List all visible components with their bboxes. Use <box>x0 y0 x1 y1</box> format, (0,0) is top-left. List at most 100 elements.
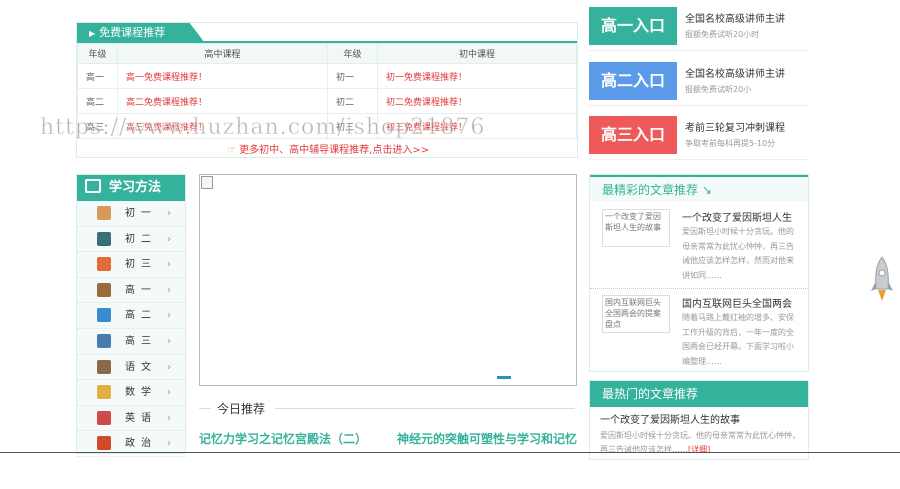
best-articles-panel: 最精彩的文章推荐 ↘ 一个改变了爱因斯坦人生的故事 一个改变了爱因斯坦人生 爱因… <box>589 174 809 372</box>
entry-subtitle: 报额免费试听20小 <box>685 85 752 94</box>
chevron-right-icon: › <box>167 208 171 219</box>
today-link[interactable]: 神经元的突触可塑性与学习和记忆 <box>397 430 577 447</box>
article-item[interactable]: 一个改变了爱因斯坦人生的故事 一个改变了爱因斯坦人生 爱因斯坦小时候十分贪玩。他… <box>590 205 808 289</box>
article-title[interactable]: 一个改变了爱因斯坦人生 <box>682 209 792 224</box>
subject-icon <box>97 385 111 400</box>
subject-icon <box>97 333 111 348</box>
study-item[interactable]: 数学 › <box>77 380 185 406</box>
article-item[interactable]: 国内互联网巨头全国两会的提案盘点 国内互联网巨头全国两会 随着马路上戴红袖的增多… <box>590 291 808 375</box>
today-recommend-heading: 今日推荐 <box>199 398 577 418</box>
hand-pointer-icon: ☞ <box>227 145 240 156</box>
study-item-label: 高一 <box>125 284 157 296</box>
study-item-label: 初一 <box>125 208 157 219</box>
article-desc: 随着马路上戴红袖的增多、安保工作升级的背后，一年一度的全国两会已经开幕。下面学习… <box>682 313 794 366</box>
study-item[interactable]: 高三 › <box>77 329 185 355</box>
best-articles-title: 最精彩的文章推荐 ↘ <box>590 175 808 201</box>
entry-title[interactable]: 全国名校高级讲师主讲 <box>685 10 785 25</box>
carousel-indicator[interactable] <box>497 376 511 379</box>
grade1-entry-button[interactable]: 高一入口 <box>589 7 677 45</box>
study-item-label: 高三 <box>125 335 157 347</box>
more-courses-label: 更多初中、高中辅导课程推荐,点击进入>> <box>239 145 430 156</box>
study-item[interactable]: 高二 › <box>77 303 185 329</box>
entry-grade3: 高三入口 考前三轮复习冲刺课程 争取考前每科再提5-10分 <box>589 116 809 160</box>
banner-image[interactable] <box>199 174 577 386</box>
subject-icon <box>97 231 111 246</box>
header-grade-1: 年级 <box>77 43 118 64</box>
today-title: 今日推荐 <box>217 402 266 416</box>
hot-articles-panel: 最热门的文章推荐 一个改变了爱因斯坦人生的故事 爱因斯坦小时候十分贪玩。他的母亲… <box>589 380 809 460</box>
subject-icon <box>97 359 111 374</box>
entry-title[interactable]: 考前三轮复习冲刺课程 <box>685 119 785 134</box>
more-courses-link[interactable]: ☞ 更多初中、高中辅导课程推荐,点击进入>> <box>227 141 429 156</box>
table-row: 高二 高二免费课程推荐！ 初二 初二免费课程推荐！ <box>77 88 577 114</box>
study-item-label: 英语 <box>125 412 157 424</box>
course-link[interactable]: 高一免费课程推荐！ <box>117 63 328 89</box>
bottom-divider <box>0 452 900 453</box>
course-link[interactable]: 初二免费课程推荐！ <box>377 88 577 114</box>
chevron-right-icon: › <box>167 233 171 245</box>
study-method-sidebar: 学习方法 初一 › 初二 › 初三 › 高一 › 高二 › 高三 › 语文 › 数学 › 英语 › 政治 › <box>76 174 186 457</box>
notebook-icon <box>85 179 101 193</box>
article-desc: 爱因斯坦小时候十分贪玩。他的母亲常常为此忧心忡忡，再三告诫他应该怎样怎样，然而对… <box>682 227 794 280</box>
header-grade-2: 年级 <box>327 43 378 64</box>
entry-grade1: 高一入口 全国名校高级讲师主讲 报额免费试听20小时 <box>589 7 809 51</box>
subject-icon <box>97 206 111 220</box>
subject-icon <box>97 436 111 451</box>
table-row: 高一 高一免费课程推荐！ 初一 初一免费课程推荐！ <box>77 63 577 89</box>
chevron-right-icon: › <box>167 310 171 322</box>
study-item[interactable]: 高一 › <box>77 278 185 304</box>
free-course-tab[interactable]: ▶ 免费课程推荐 <box>77 23 205 43</box>
article-thumbnail[interactable]: 国内互联网巨头全国两会的提案盘点 <box>602 295 670 333</box>
study-item[interactable]: 初二 › <box>77 227 185 253</box>
article-title[interactable]: 国内互联网巨头全国两会 <box>682 295 792 310</box>
entry-grade2: 高二入口 全国名校高级讲师主讲 报额免费试听20小 <box>589 62 809 106</box>
grade-cell: 初一 <box>327 63 378 89</box>
course-link[interactable]: 高二免费课程推荐！ <box>117 88 328 114</box>
chevron-right-icon: › <box>167 412 171 424</box>
study-method-title: 学习方法 <box>109 180 162 195</box>
chevron-right-icon: › <box>167 259 171 271</box>
grade-cell: 初二 <box>327 88 378 114</box>
course-link[interactable]: 初一免费课程推荐！ <box>377 63 577 89</box>
triangle-right-icon: ▶ <box>89 29 96 38</box>
subject-icon <box>97 410 111 425</box>
chevron-right-icon: › <box>167 361 171 373</box>
entry-title[interactable]: 全国名校高级讲师主讲 <box>685 65 785 80</box>
study-item[interactable]: 英语 › <box>77 406 185 432</box>
hot-article-title[interactable]: 一个改变了爱因斯坦人生的故事 <box>600 411 740 426</box>
study-method-header: 学习方法 <box>77 175 185 201</box>
header-high-course: 高中课程 <box>117 43 328 64</box>
study-item-label: 初三 <box>125 259 157 271</box>
study-item-label: 高二 <box>125 310 157 322</box>
study-item[interactable]: 初三 › <box>77 252 185 278</box>
free-course-tab-label: 免费课程推荐 <box>99 26 166 39</box>
header-junior-course: 初中课程 <box>377 43 577 64</box>
chevron-right-icon: › <box>167 284 171 296</box>
back-to-top-rocket-icon[interactable] <box>870 255 894 305</box>
entry-subtitle: 报额免费试听20小时 <box>685 30 760 39</box>
study-item-label: 语文 <box>125 361 157 373</box>
subject-icon <box>97 282 111 297</box>
article-thumbnail[interactable]: 一个改变了爱因斯坦人生的故事 <box>602 209 670 247</box>
chevron-right-icon: › <box>167 335 171 347</box>
broken-image-icon <box>201 176 213 189</box>
chevron-right-icon: › <box>167 387 171 399</box>
hot-articles-title: 最热门的文章推荐 <box>590 381 808 407</box>
subject-icon <box>97 257 111 272</box>
divider <box>199 408 211 409</box>
grade-cell: 高一 <box>77 63 118 89</box>
subject-icon <box>97 308 111 323</box>
study-item-label: 初二 <box>125 233 157 245</box>
watermark-text: https://www.huzhan.com/ishop21876 <box>39 115 486 141</box>
study-item[interactable]: 政治 › <box>77 431 185 457</box>
today-link[interactable]: 记忆力学习之记忆宫殿法（二） <box>199 430 367 447</box>
grade3-entry-button[interactable]: 高三入口 <box>589 116 677 154</box>
divider <box>275 408 575 409</box>
entry-subtitle: 争取考前每科再提5-10分 <box>685 139 776 148</box>
study-item-label: 数学 <box>125 387 157 399</box>
grade2-entry-button[interactable]: 高二入口 <box>589 62 677 100</box>
free-course-tabbar: ▶ 免费课程推荐 <box>77 23 577 43</box>
study-item[interactable]: 语文 › <box>77 355 185 381</box>
table-header-row: 年级 高中课程 年级 初中课程 <box>77 43 577 64</box>
study-item[interactable]: 初一 › <box>77 201 185 227</box>
